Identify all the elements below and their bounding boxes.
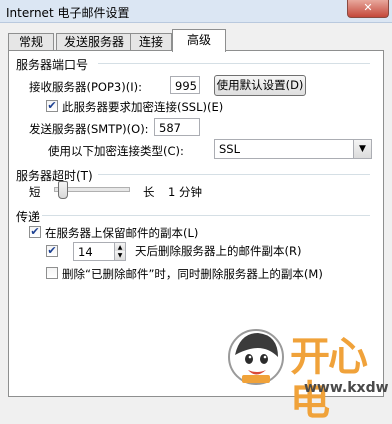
use-defaults-label: 使用默认设置(D) bbox=[216, 78, 304, 92]
tab-advanced-label: 高级 bbox=[186, 33, 211, 47]
outgoing-port-value: 587 bbox=[159, 121, 181, 135]
incoming-port-input[interactable]: 995 bbox=[170, 76, 200, 94]
delivery-heading: 传递 bbox=[16, 210, 41, 224]
keep-copy-label: 在服务器上保留邮件的副本(L) bbox=[45, 226, 199, 240]
server-ports-separator bbox=[98, 63, 370, 64]
keep-copy-check-icon: ✔ bbox=[30, 225, 40, 238]
timeout-long-label: 长 bbox=[143, 185, 155, 199]
keep-copy-checkbox[interactable]: ✔ bbox=[29, 226, 41, 238]
timeout-value-label: 1 分钟 bbox=[168, 185, 202, 199]
encryption-type-select[interactable]: SSL ▼ bbox=[214, 139, 372, 159]
server-timeout-separator bbox=[98, 174, 370, 175]
close-icon: ✕ bbox=[363, 1, 373, 14]
tab-connection[interactable]: 连接 bbox=[130, 33, 172, 51]
remove-deleted-label: 删除“已删除邮件”时，同时删除服务器上的副本(M) bbox=[62, 267, 323, 281]
server-timeout-heading: 服务器超时(T) bbox=[16, 169, 93, 183]
days-value: 14 bbox=[78, 245, 93, 259]
watermark-logo bbox=[226, 327, 286, 387]
incoming-port-value: 995 bbox=[175, 79, 197, 93]
tab-outgoing-server[interactable]: 发送服务器 bbox=[56, 33, 132, 51]
mascot-icon bbox=[228, 329, 284, 385]
watermark-url: www.kxdw bbox=[304, 380, 389, 396]
timeout-slider-thumb[interactable] bbox=[57, 181, 68, 199]
remove-after-check-icon: ✔ bbox=[47, 244, 57, 257]
incoming-server-label: 接收服务器(POP3)(I): bbox=[29, 80, 142, 94]
watermark-text: 开心电 bbox=[290, 334, 368, 424]
ssl-check-icon: ✔ bbox=[47, 99, 57, 112]
remove-after-label: 天后删除服务器上的邮件副本(R) bbox=[135, 244, 302, 258]
use-defaults-button[interactable]: 使用默认设置(D) bbox=[214, 75, 306, 96]
window-title: Internet 电子邮件设置 bbox=[6, 6, 130, 20]
remove-after-checkbox[interactable]: ✔ bbox=[46, 245, 58, 257]
timeout-short-label: 短 bbox=[29, 185, 41, 199]
server-ports-heading: 服务器端口号 bbox=[16, 58, 89, 72]
spin-down-icon[interactable]: ▼ bbox=[114, 251, 125, 260]
title-bar: Internet 电子邮件设置 ✕ bbox=[0, 0, 392, 23]
outgoing-port-input[interactable]: 587 bbox=[154, 118, 200, 136]
days-stepper[interactable]: 14 ▲ ▼ bbox=[73, 242, 126, 261]
encryption-type-label: 使用以下加密连接类型(C): bbox=[48, 144, 184, 158]
outgoing-server-label: 发送服务器(SMTP)(O): bbox=[29, 122, 149, 136]
tab-general[interactable]: 常规 bbox=[8, 33, 54, 51]
encryption-type-value: SSL bbox=[219, 142, 241, 156]
delivery-separator bbox=[42, 215, 370, 216]
chevron-down-icon[interactable]: ▼ bbox=[353, 140, 371, 158]
tab-connection-label: 连接 bbox=[138, 35, 163, 49]
ssl-required-checkbox[interactable]: ✔ bbox=[46, 100, 58, 112]
tab-advanced[interactable]: 高级 bbox=[172, 29, 226, 52]
remove-deleted-checkbox[interactable] bbox=[46, 267, 58, 279]
tab-general-label: 常规 bbox=[18, 35, 43, 49]
tab-outgoing-server-label: 发送服务器 bbox=[63, 35, 124, 49]
close-button[interactable]: ✕ bbox=[347, 0, 389, 18]
ssl-required-label: 此服务器要求加密连接(SSL)(E) bbox=[62, 100, 224, 114]
